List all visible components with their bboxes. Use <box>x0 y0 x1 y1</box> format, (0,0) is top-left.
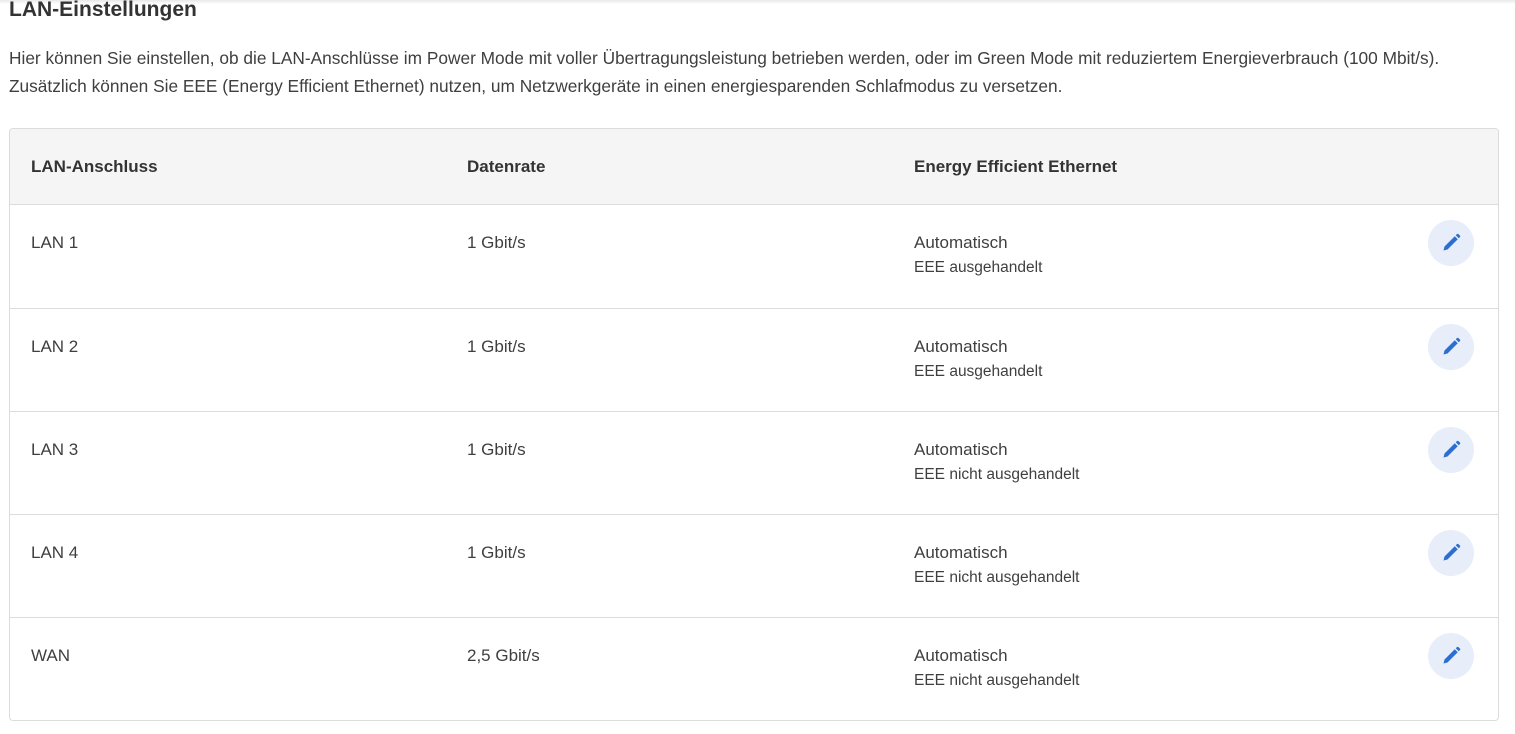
eee-mode: Automatisch <box>914 646 1008 665</box>
data-rate: 2,5 Gbit/s <box>467 646 540 665</box>
edit-button-lan4[interactable] <box>1428 530 1474 576</box>
eee-mode: Automatisch <box>914 233 1008 252</box>
table-row-lan2: LAN 2 1 Gbit/s Automatisch EEE ausgehand… <box>10 309 1498 412</box>
port-name: LAN 4 <box>31 543 79 562</box>
port-name: LAN 2 <box>31 337 79 356</box>
lan-ports-table: LAN-Anschluss Datenrate Energy Efficient… <box>9 128 1499 721</box>
pencil-icon <box>1443 646 1461 664</box>
intro-text: Hier können Sie einstellen, ob die LAN-A… <box>9 48 1440 96</box>
table-header: LAN-Anschluss Datenrate Energy Efficient… <box>10 129 1498 205</box>
pencil-icon <box>1443 233 1461 251</box>
data-rate: 1 Gbit/s <box>467 233 526 252</box>
port-name: LAN 3 <box>31 440 79 459</box>
data-rate: 1 Gbit/s <box>467 337 526 356</box>
column-header-port: LAN-Anschluss <box>31 157 158 176</box>
eee-mode: Automatisch <box>914 543 1008 562</box>
page-title: LAN-Einstellungen <box>9 0 197 21</box>
data-rate: 1 Gbit/s <box>467 440 526 459</box>
edit-button-lan2[interactable] <box>1428 324 1474 370</box>
table-row-lan3: LAN 3 1 Gbit/s Automatisch EEE nicht aus… <box>10 412 1498 515</box>
table-row-wan: WAN 2,5 Gbit/s Automatisch EEE nicht aus… <box>10 618 1498 720</box>
pencil-icon <box>1443 543 1461 561</box>
eee-mode: Automatisch <box>914 440 1008 459</box>
eee-mode: Automatisch <box>914 337 1008 356</box>
eee-status: EEE nicht ausgehandelt <box>914 466 1080 483</box>
eee-status: EEE ausgehandelt <box>914 259 1043 276</box>
pencil-icon <box>1443 337 1461 355</box>
edit-button-lan3[interactable] <box>1428 427 1474 473</box>
edit-button-lan1[interactable] <box>1428 220 1474 266</box>
lan-settings-page: LAN-Einstellungen Hier können Sie einste… <box>0 0 1515 734</box>
eee-status: EEE ausgehandelt <box>914 363 1043 380</box>
data-rate: 1 Gbit/s <box>467 543 526 562</box>
pencil-icon <box>1443 440 1461 458</box>
table-row-lan1: LAN 1 1 Gbit/s Automatisch EEE ausgehand… <box>10 205 1498 309</box>
column-header-datarate: Datenrate <box>467 157 546 176</box>
table-row-lan4: LAN 4 1 Gbit/s Automatisch EEE nicht aus… <box>10 515 1498 618</box>
port-name: LAN 1 <box>31 233 79 252</box>
port-name: WAN <box>31 646 71 665</box>
column-header-eee: Energy Efficient Ethernet <box>914 157 1118 176</box>
eee-status: EEE nicht ausgehandelt <box>914 672 1080 689</box>
eee-status: EEE nicht ausgehandelt <box>914 569 1080 586</box>
edit-button-wan[interactable] <box>1428 633 1474 679</box>
top-shadow <box>0 0 1515 4</box>
